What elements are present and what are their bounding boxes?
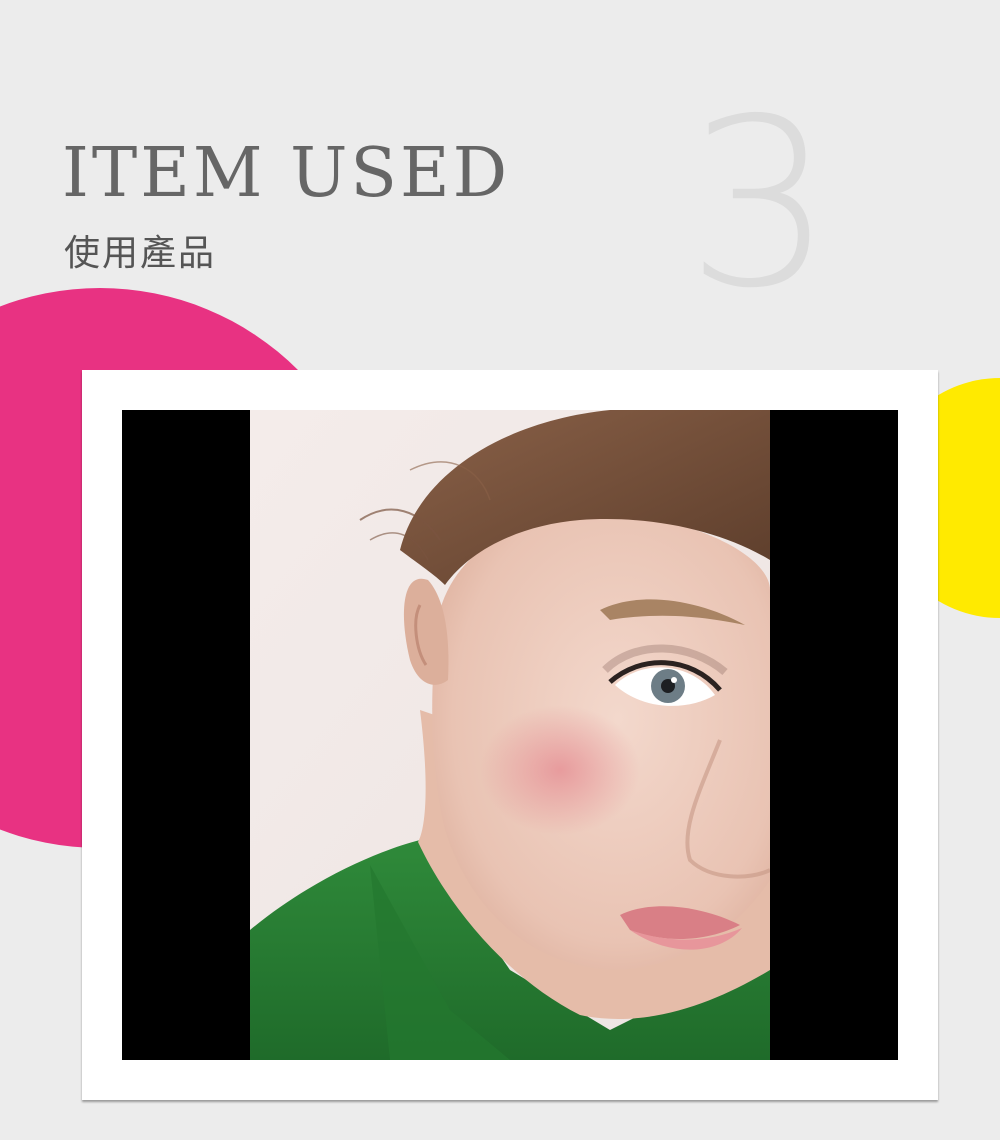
model-portrait-image — [250, 410, 770, 1060]
item-used-section: 3 ITEM USED 使用產品 — [0, 0, 1000, 1140]
section-subtitle: 使用產品 — [64, 233, 217, 274]
section-title: ITEM USED — [62, 134, 511, 213]
photo-frame — [82, 370, 938, 1100]
step-number: 3 — [686, 69, 834, 339]
photo-letterbox — [122, 410, 898, 1060]
